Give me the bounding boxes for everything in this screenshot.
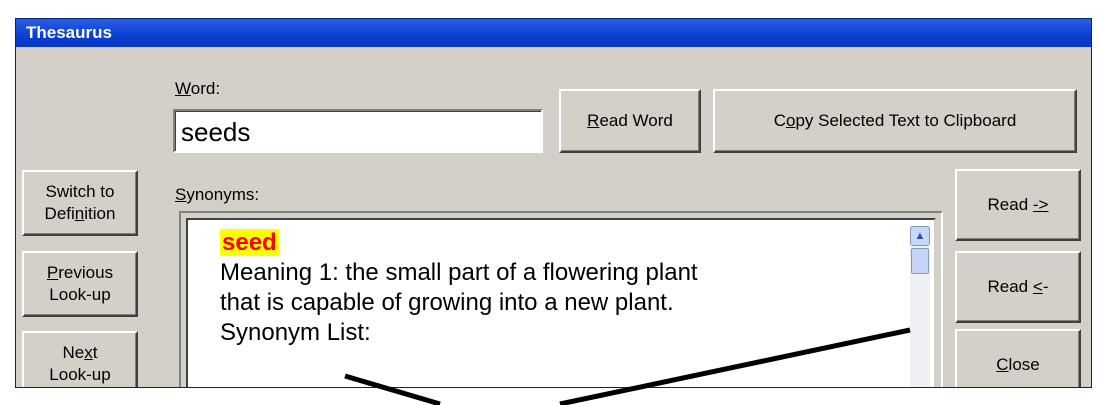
word-label: Word: (175, 79, 221, 98)
synonyms-label: Synonyms: (175, 185, 260, 204)
synonyms-panel: seed Meaning 1: the small part of a flow… (179, 211, 943, 387)
read-forward-button[interactable]: Read -> (955, 169, 1081, 241)
window-title: Thesaurus (26, 23, 112, 42)
headword-highlight: seed (220, 229, 279, 256)
close-button[interactable]: Close (955, 329, 1081, 387)
switch-to-definition-label: Switch to Definition (44, 182, 116, 223)
vertical-scrollbar[interactable]: ▲ ▼ (910, 226, 930, 387)
scrollbar-thumb[interactable] (911, 248, 929, 274)
close-label: Close (996, 355, 1040, 374)
synonym-line: Synonym List: (220, 319, 371, 346)
copy-to-clipboard-label: Copy Selected Text to Clipboard (773, 111, 1017, 130)
thesaurus-window: Thesaurus Word: seeds Read Word Copy Sel… (15, 18, 1092, 388)
synonym-line: Meaning 1: the small part of a flowering… (220, 259, 698, 286)
window-title-bar[interactable]: Thesaurus (16, 19, 1091, 47)
previous-lookup-label: Previous Look-up (46, 263, 114, 304)
previous-lookup-button[interactable]: Previous Look-up (22, 251, 138, 317)
bottom-margin (15, 388, 1092, 405)
read-back-button[interactable]: Read <- (955, 251, 1081, 323)
word-input-value: seeds (181, 117, 251, 147)
read-word-label: Read Word (587, 111, 673, 130)
word-input[interactable]: seeds (173, 109, 543, 153)
scroll-up-arrow-icon[interactable]: ▲ (910, 226, 930, 246)
switch-to-definition-button[interactable]: Switch to Definition (22, 170, 138, 236)
synonym-line: that is capable of growing into a new pl… (220, 289, 674, 316)
read-back-label: Read <- (987, 277, 1049, 296)
synonyms-text: seed Meaning 1: the small part of a flow… (220, 228, 894, 348)
read-forward-label: Read -> (987, 195, 1049, 214)
synonyms-text-area[interactable]: seed Meaning 1: the small part of a flow… (186, 218, 936, 387)
next-lookup-label: Next Look-up (49, 343, 111, 384)
next-lookup-button[interactable]: Next Look-up (22, 331, 138, 387)
copy-to-clipboard-button[interactable]: Copy Selected Text to Clipboard (713, 89, 1077, 153)
read-word-button[interactable]: Read Word (559, 89, 701, 153)
